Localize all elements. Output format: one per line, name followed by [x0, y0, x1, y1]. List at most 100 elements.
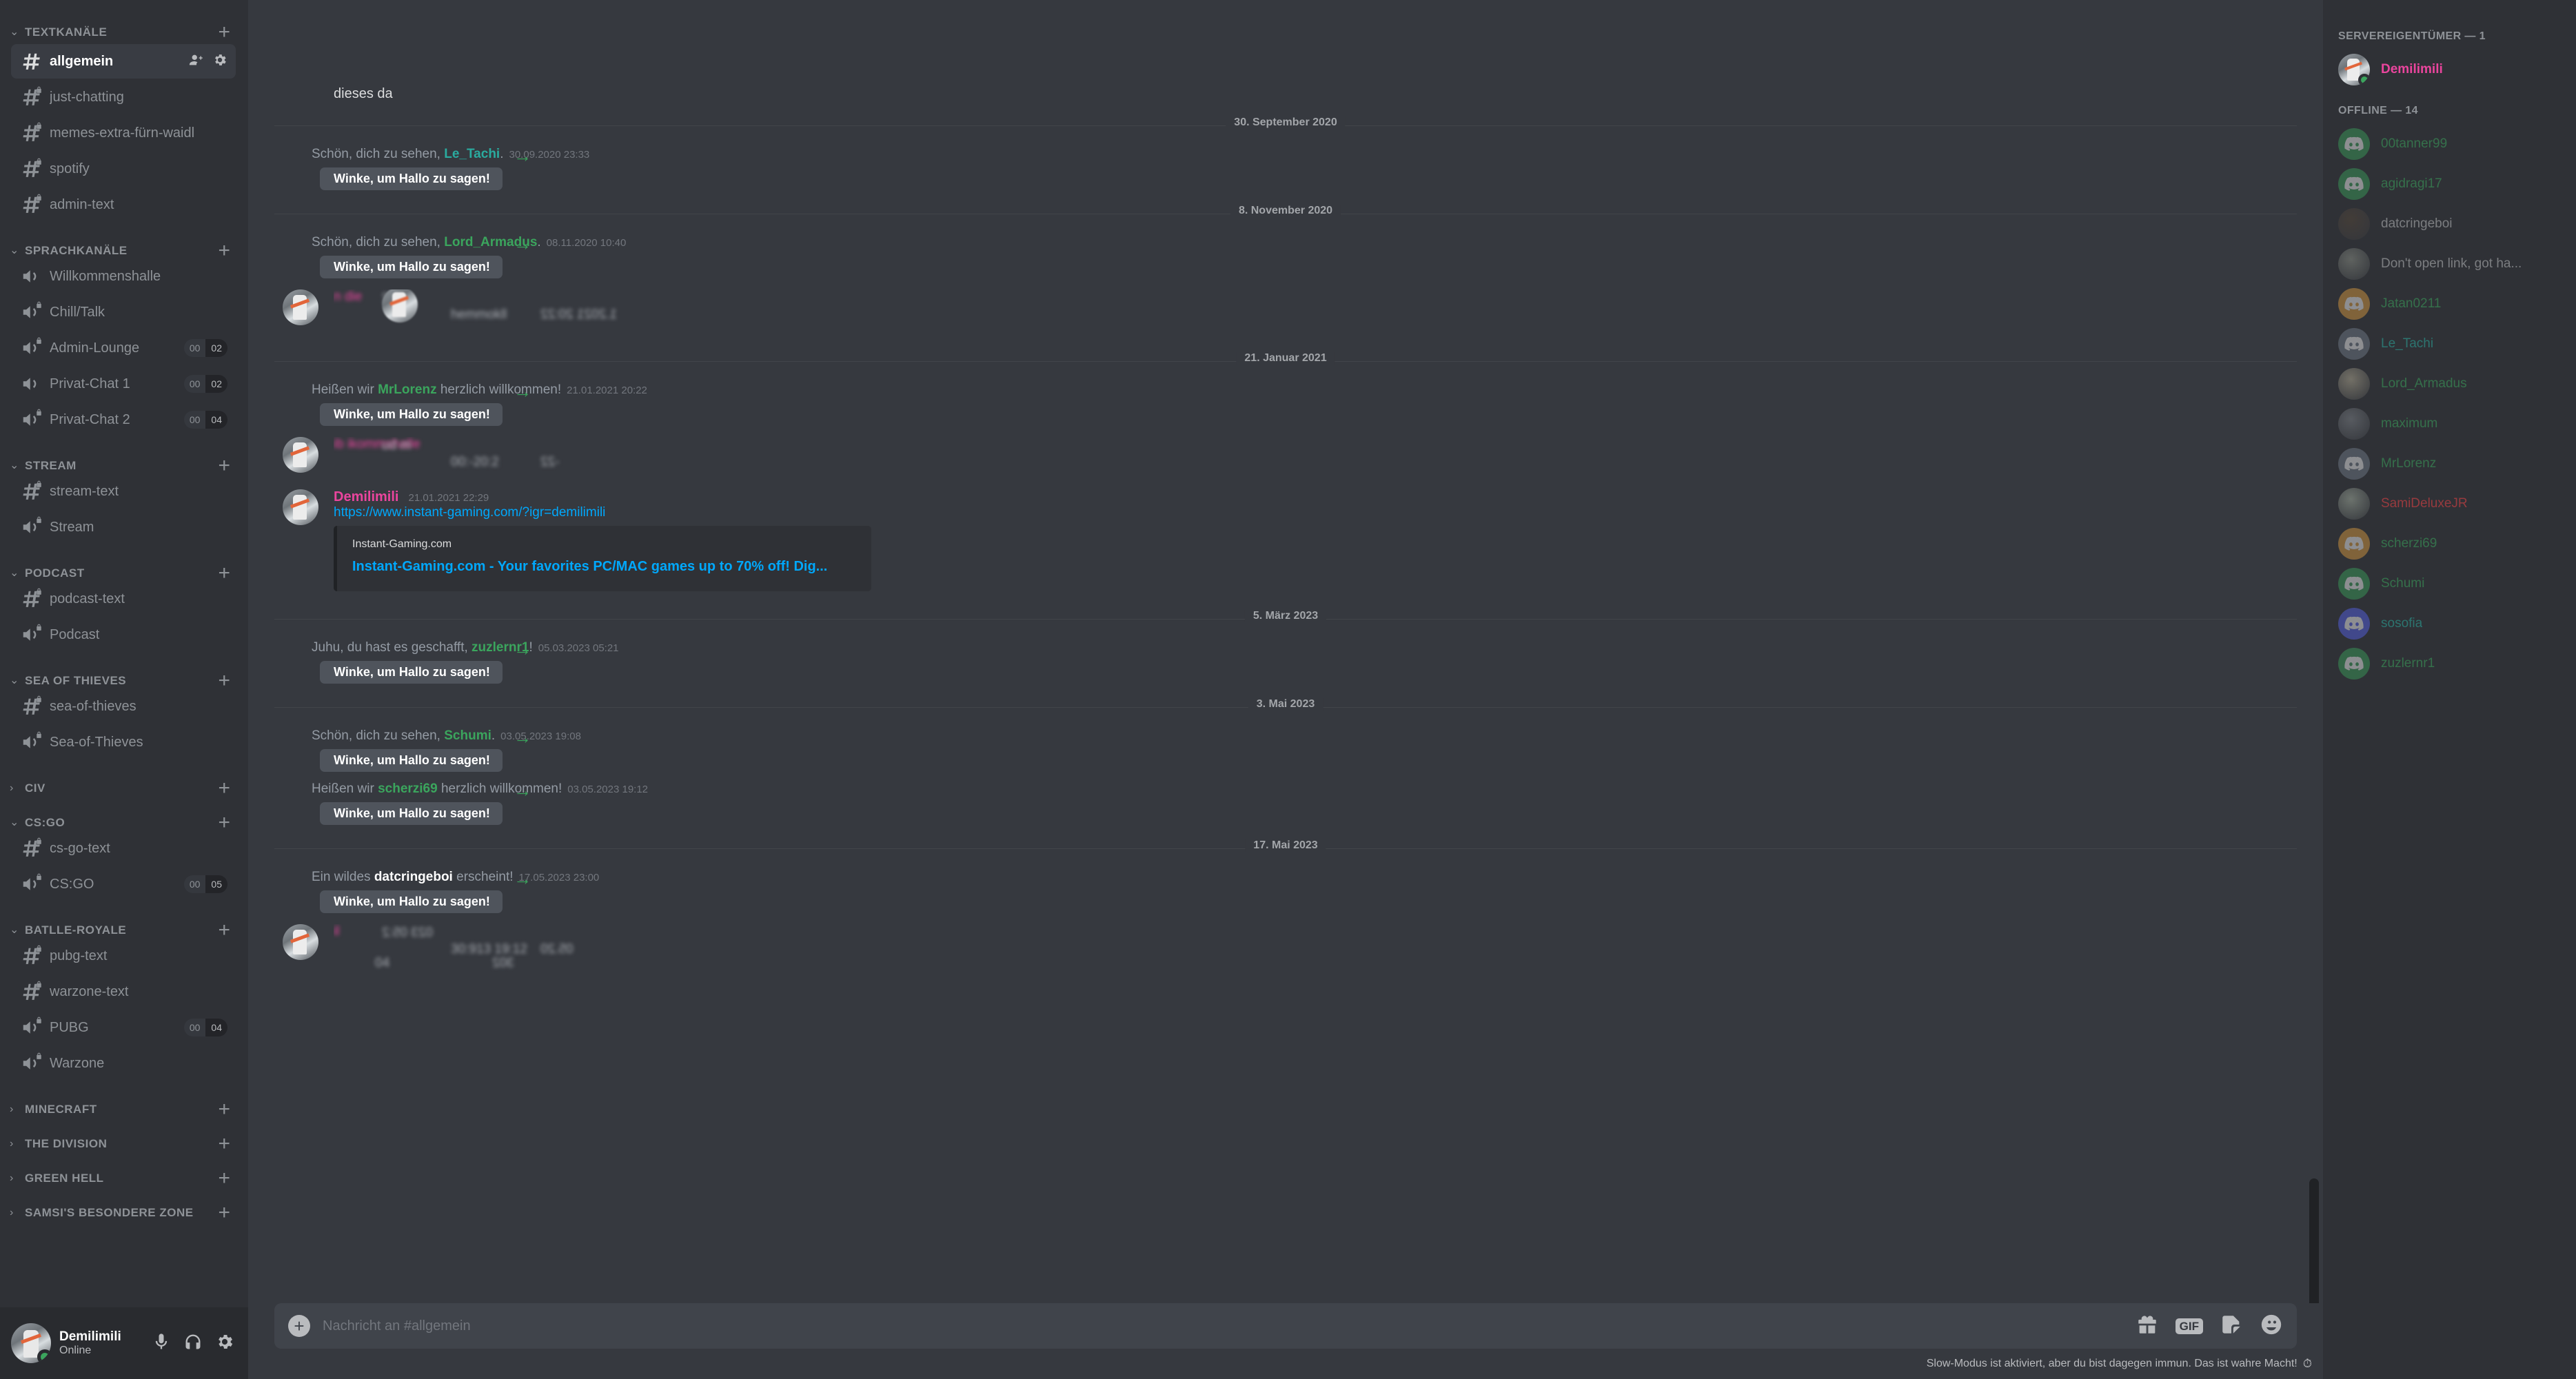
member-list-item[interactable]: maximum [2323, 404, 2576, 444]
create-channel-plus-icon[interactable]: + [218, 778, 234, 799]
sidebar-channel-pubg[interactable]: PUBG 00 04 [11, 1010, 236, 1045]
message-author[interactable]: Demilimili [334, 489, 398, 505]
avatar[interactable] [2338, 288, 2370, 320]
chevron-right-icon[interactable]: › [10, 1207, 25, 1218]
avatar[interactable] [2338, 208, 2370, 240]
channel-category-header[interactable]: › MINECRAFT + [0, 1082, 248, 1120]
sidebar-channel-podcast-text[interactable]: podcast-text [11, 582, 236, 616]
channel-category-header[interactable]: ⌄ BATLLE-ROYALE + [0, 903, 248, 941]
sidebar-channel-pubg-text[interactable]: pubg-text [11, 939, 236, 973]
sidebar-channel-cs-go[interactable]: CS:GO 00 05 [11, 867, 236, 901]
chevron-down-icon[interactable]: ⌄ [10, 460, 25, 471]
channel-category-header[interactable]: › GREEN HELL + [0, 1151, 248, 1189]
create-channel-plus-icon[interactable]: + [218, 241, 234, 261]
wave-hello-button[interactable]: Winke, um Hallo zu sagen! [320, 256, 503, 292]
avatar[interactable] [2338, 54, 2370, 85]
channel-category-header[interactable]: ⌄ SPRACHKANÄLE + [0, 223, 248, 261]
sidebar-channel-sea-of-thieves[interactable]: sea-of-thieves [11, 689, 236, 724]
sidebar-channel-spotify[interactable]: spotify [11, 152, 236, 186]
message-list[interactable]: 1 Std. Gefällt mir Antworten Kommentiere… [248, 0, 2323, 1303]
wave-hello-button[interactable]: Winke, um Hallo zu sagen! [320, 167, 503, 205]
create-channel-plus-icon[interactable]: + [218, 563, 234, 584]
create-channel-plus-icon[interactable]: + [218, 813, 234, 833]
channel-category-header[interactable]: › CIV + [0, 761, 248, 799]
chevron-down-icon[interactable]: ⌄ [10, 817, 25, 828]
member-list-item[interactable]: Le_Tachi [2323, 324, 2576, 364]
embed-title[interactable]: Instant-Gaming.com - Your favorites PC/M… [352, 558, 856, 576]
sidebar-channel-privat-chat-1[interactable]: Privat-Chat 1 00 02 [11, 367, 236, 401]
gear-icon[interactable] [215, 1332, 234, 1355]
channel-category-header[interactable]: ⌄ CS:GO + [0, 795, 248, 833]
member-list-item[interactable]: zuzlernr1 [2323, 644, 2576, 684]
mentioned-username[interactable]: Schumi [444, 728, 491, 743]
wave-hello-button[interactable]: Winke, um Hallo zu sagen! [320, 749, 503, 786]
create-channel-plus-icon[interactable]: + [218, 671, 234, 691]
link-embed[interactable]: Instant-Gaming.com Instant-Gaming.com - Y… [334, 526, 871, 591]
chevron-right-icon[interactable]: › [10, 1138, 25, 1150]
avatar[interactable] [2338, 368, 2370, 400]
headphones-icon[interactable] [183, 1332, 203, 1355]
member-list-item[interactable]: MrLorenz [2323, 444, 2576, 484]
message-input-placeholder[interactable]: Nachricht an #allgemein [323, 1318, 2136, 1334]
member-list-item[interactable]: Don't open link, got ha... [2323, 244, 2576, 284]
mentioned-username[interactable]: MrLorenz [378, 382, 437, 397]
sidebar-channel-admin-text[interactable]: admin-text [11, 187, 236, 222]
chevron-right-icon[interactable]: › [10, 1104, 25, 1115]
avatar[interactable] [2338, 608, 2370, 640]
sidebar-channel-warzone[interactable]: Warzone [11, 1046, 236, 1081]
gift-icon[interactable] [2136, 1313, 2159, 1340]
channel-category-header[interactable]: ⌄ TEXTKANÄLE + [0, 15, 248, 43]
sidebar-channel-admin-lounge[interactable]: Admin-Lounge 00 02 [11, 331, 236, 365]
sidebar-channel-stream-text[interactable]: stream-text [11, 474, 236, 509]
chevron-down-icon[interactable]: ⌄ [10, 568, 25, 579]
create-channel-plus-icon[interactable]: + [218, 1203, 234, 1223]
member-list[interactable]: SERVEREIGENTÜMER — 1 Demilimili OFFLINE — … [2323, 0, 2576, 1379]
create-channel-plus-icon[interactable]: + [218, 920, 234, 941]
channel-list[interactable]: ⌄ TEXTKANÄLE + allgemein just-chatting memes-… [0, 0, 248, 1307]
avatar[interactable] [2338, 248, 2370, 280]
member-list-item[interactable]: scherzi69 [2323, 524, 2576, 564]
sidebar-channel-podcast[interactable]: Podcast [11, 617, 236, 652]
message-link[interactable]: https://www.instant-gaming.com/?igr=demi… [334, 505, 2297, 520]
channel-category-header[interactable]: › THE DIVISION + [0, 1116, 248, 1154]
sidebar-channel-just-chatting[interactable]: just-chatting [11, 80, 236, 114]
attach-plus-icon[interactable]: + [288, 1315, 310, 1337]
avatar[interactable] [2338, 448, 2370, 480]
member-list-item[interactable]: 00tanner99 [2323, 124, 2576, 164]
add-member-icon[interactable] [189, 52, 204, 71]
chat-scrollbar[interactable] [2309, 1178, 2319, 1303]
mentioned-username[interactable]: Le_Tachi [444, 147, 500, 161]
avatar[interactable] [2338, 528, 2370, 560]
avatar[interactable] [283, 437, 318, 473]
create-channel-plus-icon[interactable]: + [218, 1099, 234, 1120]
member-list-item[interactable]: agidragi17 [2323, 164, 2576, 204]
wave-hello-button[interactable]: Winke, um Hallo zu sagen! [320, 661, 503, 698]
member-list-item[interactable]: datcringeboi [2323, 204, 2576, 244]
avatar[interactable] [283, 289, 318, 325]
chevron-right-icon[interactable]: › [10, 783, 25, 794]
avatar[interactable] [2338, 128, 2370, 160]
wave-hello-button[interactable]: Winke, um Hallo zu sagen! [320, 403, 503, 440]
channel-category-header[interactable]: ⌄ STREAM + [0, 438, 248, 476]
channel-category-header[interactable]: ⌄ PODCAST + [0, 546, 248, 584]
chevron-down-icon[interactable]: ⌄ [10, 27, 25, 38]
sticker-icon[interactable] [2220, 1313, 2243, 1340]
chevron-right-icon[interactable]: › [10, 1173, 25, 1184]
member-list-item[interactable]: sosofia [2323, 604, 2576, 644]
avatar[interactable] [283, 924, 318, 960]
avatar[interactable] [2338, 328, 2370, 360]
mentioned-username[interactable]: datcringeboi [374, 870, 453, 884]
avatar[interactable] [2338, 408, 2370, 440]
sidebar-channel-sea-of-thieves[interactable]: Sea-of-Thieves [11, 725, 236, 759]
avatar[interactable] [283, 489, 318, 525]
create-channel-plus-icon[interactable]: + [218, 22, 234, 43]
mentioned-username[interactable]: scherzi69 [378, 782, 438, 796]
sidebar-channel-cs-go-text[interactable]: cs-go-text [11, 831, 236, 866]
member-list-item[interactable]: Lord_Armadus [2323, 364, 2576, 404]
sidebar-channel-warzone-text[interactable]: warzone-text [11, 974, 236, 1009]
create-channel-plus-icon[interactable]: + [218, 456, 234, 476]
avatar[interactable] [2338, 568, 2370, 600]
sidebar-channel-memes-extra-f-rn-waidl[interactable]: memes-extra-fürn-waidl [11, 116, 236, 150]
channel-category-header[interactable]: ⌄ SEA OF THIEVES + [0, 653, 248, 691]
channel-category-header[interactable]: › SAMSI'S BESONDERE ZONE + [0, 1185, 248, 1223]
